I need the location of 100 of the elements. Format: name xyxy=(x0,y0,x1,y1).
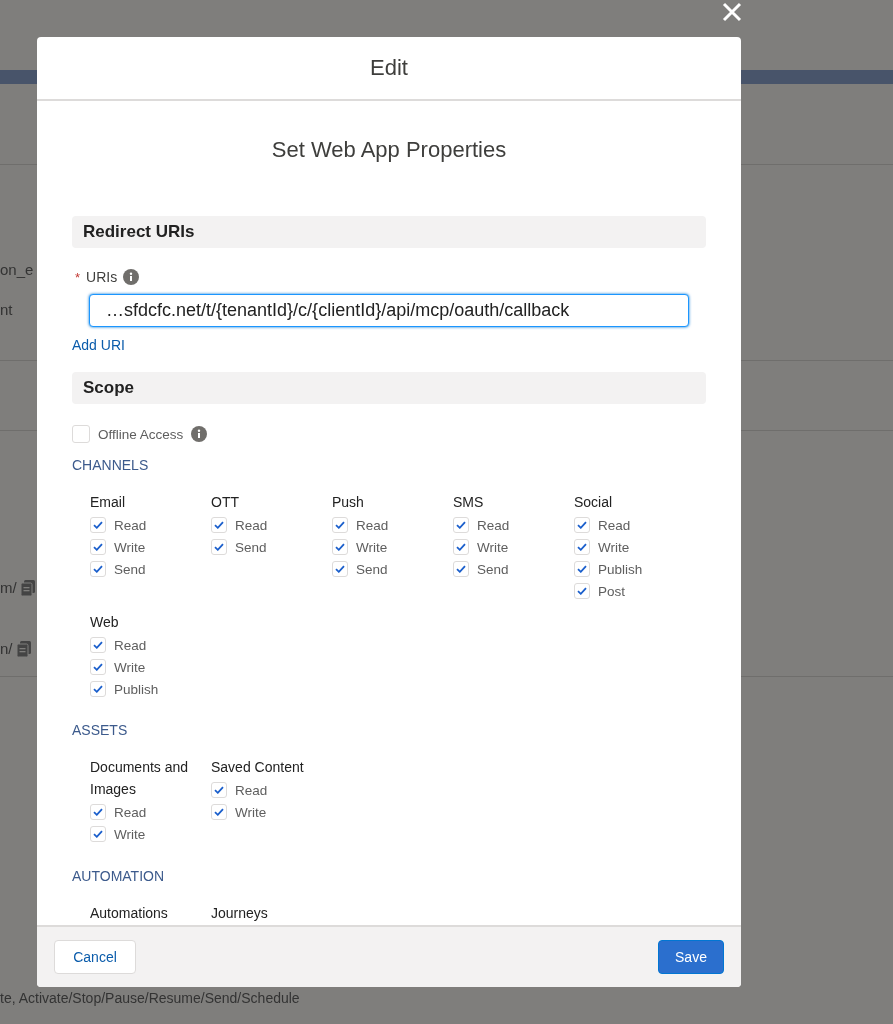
checkmark-icon xyxy=(335,565,345,573)
checkbox[interactable] xyxy=(574,561,590,577)
checkbox[interactable] xyxy=(332,517,348,533)
checkbox-label: Write xyxy=(598,539,630,555)
checkmark-icon xyxy=(214,521,224,529)
checkbox[interactable] xyxy=(90,681,106,697)
category-title: ASSETS xyxy=(72,722,128,738)
checkmark-icon xyxy=(335,543,345,551)
group-title: Automations xyxy=(90,904,169,923)
checkmark-icon xyxy=(577,521,587,529)
checkbox-label: Read xyxy=(235,517,268,533)
checkmark-icon xyxy=(93,685,103,693)
checkbox-label: Write xyxy=(114,826,146,842)
checkmark-icon xyxy=(93,830,103,838)
checkbox[interactable] xyxy=(90,659,106,675)
group-title: OTT xyxy=(211,493,240,512)
checkbox-label: Send xyxy=(356,561,388,577)
checkmark-icon xyxy=(93,521,103,529)
info-icon[interactable] xyxy=(123,269,140,286)
checkbox[interactable] xyxy=(90,804,106,820)
checkbox[interactable] xyxy=(90,517,106,533)
checkbox[interactable] xyxy=(90,637,106,653)
background-text: on_e xyxy=(0,260,34,280)
checkbox[interactable] xyxy=(332,539,348,555)
checkbox-label: Read xyxy=(477,517,510,533)
checkbox-label: Write xyxy=(356,539,388,555)
checkbox-label: Write xyxy=(235,804,267,820)
save-button[interactable]: Save xyxy=(658,940,724,974)
copy-icon[interactable] xyxy=(16,641,31,657)
checkmark-icon xyxy=(456,543,466,551)
checkbox-label: Read xyxy=(598,517,631,533)
checkbox-label: Write xyxy=(114,659,146,675)
checkmark-icon xyxy=(93,808,103,816)
checkbox[interactable] xyxy=(453,539,469,555)
checkbox[interactable] xyxy=(90,539,106,555)
checkmark-icon xyxy=(93,565,103,573)
checkbox[interactable] xyxy=(574,539,590,555)
checkbox[interactable] xyxy=(211,782,227,798)
checkbox-label: Post xyxy=(598,583,625,599)
checkbox-label: Send xyxy=(235,539,267,555)
checkbox[interactable] xyxy=(574,517,590,533)
checkbox-label: Read xyxy=(114,804,147,820)
group-title: Social xyxy=(574,493,614,512)
dialog-title: Edit xyxy=(370,55,408,81)
checkbox[interactable] xyxy=(211,517,227,533)
field-label: URIs xyxy=(86,269,118,286)
checkmark-icon xyxy=(577,543,587,551)
group-title: Email xyxy=(90,493,126,512)
info-icon[interactable] xyxy=(191,426,208,442)
checkbox-label: Offline Access xyxy=(98,426,184,442)
checkbox[interactable] xyxy=(211,804,227,820)
checkmark-icon xyxy=(214,543,224,551)
checkmark-icon xyxy=(335,521,345,529)
background-text: nt xyxy=(0,300,13,320)
checkbox-label: Write xyxy=(477,539,509,555)
checkmark-icon xyxy=(456,521,466,529)
background-text: m/ xyxy=(0,578,17,598)
checkmark-icon xyxy=(456,565,466,573)
checkbox-label: Read xyxy=(114,517,147,533)
checkbox-label: Read xyxy=(235,782,268,798)
category-title: AUTOMATION xyxy=(72,868,165,884)
group-title: Push xyxy=(332,493,365,512)
checkbox-label: Send xyxy=(114,561,146,577)
uri-input[interactable]: …sfdcfc.net/t/{tenantId}/c/{clientId}/api/mcp/oauth/callback xyxy=(89,294,689,327)
checkbox[interactable] xyxy=(332,561,348,577)
checkmark-icon xyxy=(577,587,587,595)
checkbox[interactable] xyxy=(90,826,106,842)
checkbox[interactable] xyxy=(72,425,90,443)
checkbox-label: Send xyxy=(477,561,509,577)
dialog-heading: Set Web App Properties xyxy=(271,137,507,163)
copy-icon[interactable] xyxy=(20,580,35,596)
checkbox-label: Write xyxy=(114,539,146,555)
checkbox-label: Publish xyxy=(598,561,643,577)
checkmark-icon xyxy=(214,786,224,794)
group-title: SMS xyxy=(453,493,485,512)
checkbox-label: Publish xyxy=(114,681,159,697)
checkmark-icon xyxy=(93,543,103,551)
background-text: n/ xyxy=(0,639,13,659)
group-title: Saved Content xyxy=(211,758,305,777)
checkmark-icon xyxy=(214,808,224,816)
checkbox[interactable] xyxy=(574,583,590,599)
checkbox[interactable] xyxy=(90,561,106,577)
checkbox[interactable] xyxy=(211,539,227,555)
cancel-button[interactable]: Cancel xyxy=(54,940,136,974)
checkbox-label: Read xyxy=(114,637,147,653)
checkmark-icon xyxy=(577,565,587,573)
checkmark-icon xyxy=(93,641,103,649)
group-title: Journeys xyxy=(211,904,269,923)
section-header: Scope xyxy=(72,371,706,404)
required-mark: * xyxy=(75,269,81,285)
checkbox[interactable] xyxy=(453,561,469,577)
checkbox-label: Read xyxy=(356,517,389,533)
background-text: te, Activate/Stop/Pause/Resume/Send/Schedule xyxy=(0,990,300,1006)
add-uri-link[interactable]: Add URI xyxy=(72,336,125,353)
group-title: Documents and Images xyxy=(90,758,190,799)
section-header: Redirect URIs xyxy=(72,216,706,249)
checkmark-icon xyxy=(93,663,103,671)
checkbox[interactable] xyxy=(453,517,469,533)
close-button[interactable] xyxy=(720,0,744,24)
group-title: Web xyxy=(90,613,120,632)
